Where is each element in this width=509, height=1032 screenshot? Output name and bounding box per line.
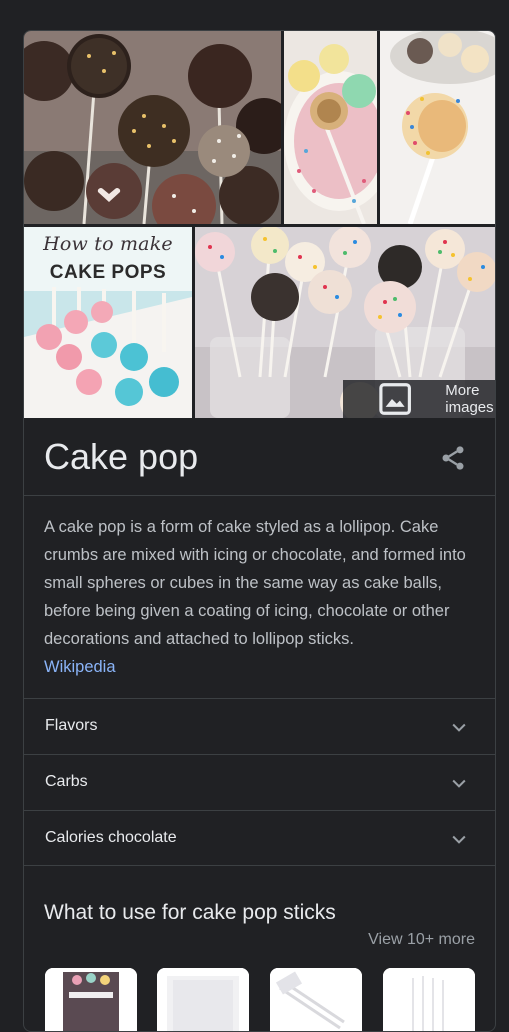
accordion-carbs[interactable]: Carbs: [24, 754, 495, 810]
chevron-down-icon: [452, 723, 466, 732]
accordion-label: Carbs: [45, 773, 88, 790]
wikipedia-link[interactable]: Wikipedia: [44, 658, 116, 676]
accordion-label: Flavors: [45, 717, 98, 734]
product-thumbnail-1[interactable]: [45, 968, 137, 1031]
how-to-make-cake-pops-image[interactable]: How to make CAKE POPS: [24, 227, 192, 418]
share-icon: [442, 446, 464, 470]
share-button[interactable]: [439, 444, 467, 472]
cake-pop-image-1[interactable]: [24, 31, 281, 224]
cake-pop-image-2[interactable]: [284, 31, 377, 224]
accordion-calories-chocolate[interactable]: Calories chocolate: [24, 810, 495, 866]
chevron-down-icon: [452, 835, 466, 844]
more-images-label: More images: [445, 382, 494, 416]
entity-description: A cake pop is a form of cake styled as a…: [44, 513, 480, 681]
cake-pop-image-3[interactable]: [380, 31, 495, 224]
product-thumbnail-3[interactable]: [270, 968, 362, 1031]
description-text: A cake pop is a form of cake styled as a…: [44, 518, 466, 648]
cake-pop-image-5[interactable]: More images: [195, 227, 495, 418]
chevron-down-icon: [452, 779, 466, 788]
more-images-button[interactable]: More images: [343, 380, 495, 418]
entity-title: Cake pop: [44, 436, 199, 477]
product-thumbnail-2[interactable]: [157, 968, 249, 1031]
image-icon: [379, 383, 411, 415]
title-row: Cake pop: [24, 418, 495, 496]
view-more-link[interactable]: View 10+ more: [368, 931, 475, 949]
tile-heading-bold: CAKE POPS: [49, 262, 167, 283]
knowledge-panel: How to make CAKE POPS More images Cake p…: [23, 30, 496, 1032]
section-title: What to use for cake pop sticks: [44, 901, 336, 924]
tile-heading-script: How to make: [43, 233, 173, 255]
accordion-flavors[interactable]: Flavors: [24, 698, 495, 754]
accordion-label: Calories chocolate: [45, 829, 177, 846]
product-thumbnail-4[interactable]: [383, 968, 475, 1031]
